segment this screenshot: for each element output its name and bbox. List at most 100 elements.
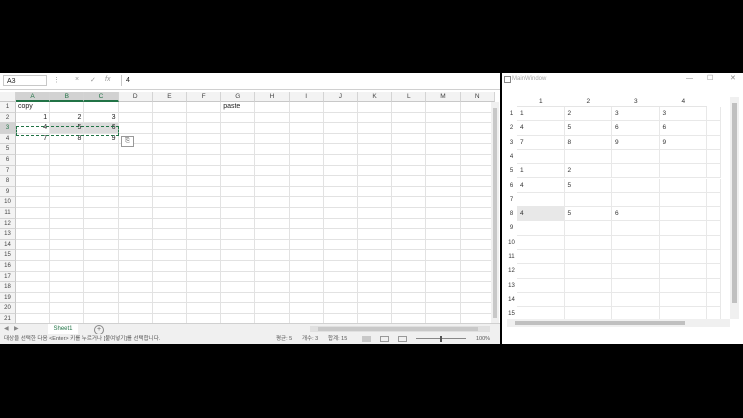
- cell-D7[interactable]: [118, 165, 153, 177]
- table-row-header-7[interactable]: 7: [507, 193, 516, 207]
- table-cell[interactable]: [564, 221, 612, 236]
- cell-G17[interactable]: [221, 271, 256, 283]
- cell-J12[interactable]: [323, 218, 358, 230]
- cell-H19[interactable]: [255, 292, 290, 304]
- cell-M7[interactable]: [426, 165, 461, 177]
- cell-H7[interactable]: [255, 165, 290, 177]
- column-header-M[interactable]: M: [426, 92, 461, 102]
- cell-K8[interactable]: [358, 176, 393, 187]
- cell-M13[interactable]: [426, 229, 461, 240]
- cell-M10[interactable]: [426, 197, 461, 208]
- cell-F17[interactable]: [187, 271, 222, 283]
- table-cell[interactable]: [612, 250, 660, 265]
- cell-J4[interactable]: [323, 133, 358, 145]
- cell-B2[interactable]: 2: [50, 112, 85, 124]
- cell-D8[interactable]: [118, 176, 153, 187]
- cell-H12[interactable]: [255, 218, 290, 230]
- cell-D19[interactable]: [118, 292, 153, 304]
- cell-K4[interactable]: [358, 133, 393, 145]
- cell-K13[interactable]: [358, 229, 393, 240]
- cell-C14[interactable]: [84, 239, 119, 251]
- cell-F16[interactable]: [187, 261, 222, 272]
- cell-F10[interactable]: [187, 197, 222, 208]
- table-cell[interactable]: 7: [517, 135, 565, 150]
- cell-F9[interactable]: [187, 186, 222, 198]
- row-header-19[interactable]: 19: [0, 292, 16, 304]
- table-cell[interactable]: [707, 235, 721, 250]
- cell-A4[interactable]: 7: [16, 133, 51, 145]
- cell-M8[interactable]: [426, 176, 461, 187]
- cell-H5[interactable]: [255, 144, 290, 155]
- cell-I15[interactable]: [289, 250, 324, 261]
- cell-D9[interactable]: [118, 186, 153, 198]
- table-cell[interactable]: [707, 135, 721, 150]
- table-cell[interactable]: [612, 178, 660, 193]
- cell-G1[interactable]: paste: [221, 102, 256, 113]
- row-header-16[interactable]: 16: [0, 261, 16, 272]
- table-cell[interactable]: [659, 235, 707, 250]
- cell-F3[interactable]: [187, 123, 222, 134]
- cell-D3[interactable]: [118, 123, 153, 134]
- cell-L5[interactable]: [392, 144, 427, 155]
- cell-E5[interactable]: [152, 144, 187, 155]
- horizontal-scrollbar[interactable]: [310, 326, 490, 332]
- cell-I6[interactable]: [289, 155, 324, 166]
- cell-D12[interactable]: [118, 218, 153, 230]
- table-cell[interactable]: [564, 149, 612, 165]
- cell-K16[interactable]: [358, 261, 393, 272]
- table-cell[interactable]: [707, 121, 721, 136]
- cell-N8[interactable]: [460, 176, 495, 187]
- table-column-header-4[interactable]: 4: [659, 97, 707, 107]
- column-header-K[interactable]: K: [358, 92, 393, 102]
- cell-E1[interactable]: [152, 102, 187, 113]
- cell-B11[interactable]: [50, 208, 85, 219]
- cell-K15[interactable]: [358, 250, 393, 261]
- cell-E9[interactable]: [152, 186, 187, 198]
- cell-I20[interactable]: [289, 303, 324, 314]
- cell-H17[interactable]: [255, 271, 290, 283]
- table-cell[interactable]: [564, 235, 612, 250]
- cell-A12[interactable]: [16, 218, 51, 230]
- cell-F12[interactable]: [187, 218, 222, 230]
- cell-E19[interactable]: [152, 292, 187, 304]
- cell-F20[interactable]: [187, 303, 222, 314]
- table-cell[interactable]: [659, 264, 707, 279]
- close-button[interactable]: ✕: [730, 73, 736, 85]
- cell-I12[interactable]: [289, 218, 324, 230]
- column-header-F[interactable]: F: [187, 92, 222, 102]
- cell-M15[interactable]: [426, 250, 461, 261]
- cell-B10[interactable]: [50, 197, 85, 208]
- table-row-header-5[interactable]: 5: [507, 164, 516, 178]
- table-cell[interactable]: [707, 149, 721, 165]
- table-cell[interactable]: [659, 207, 707, 222]
- cell-N4[interactable]: [460, 133, 495, 145]
- cell-F1[interactable]: [187, 102, 222, 113]
- cell-H16[interactable]: [255, 261, 290, 272]
- cell-N1[interactable]: [460, 102, 495, 113]
- next-sheet-icon[interactable]: ▶: [14, 325, 19, 332]
- cell-H13[interactable]: [255, 229, 290, 240]
- column-header-I[interactable]: I: [289, 92, 324, 102]
- cell-K3[interactable]: [358, 123, 393, 134]
- cell-C3[interactable]: 6: [84, 123, 119, 134]
- cell-B13[interactable]: [50, 229, 85, 240]
- cell-K6[interactable]: [358, 155, 393, 166]
- cell-F8[interactable]: [187, 176, 222, 187]
- cell-J8[interactable]: [323, 176, 358, 187]
- cell-N9[interactable]: [460, 186, 495, 198]
- cell-E4[interactable]: [152, 133, 187, 145]
- cell-L15[interactable]: [392, 250, 427, 261]
- cell-I8[interactable]: [289, 176, 324, 187]
- table-cell[interactable]: [517, 149, 565, 165]
- cell-G11[interactable]: [221, 208, 256, 219]
- cell-A19[interactable]: [16, 292, 51, 304]
- table-column-header-1[interactable]: 1: [517, 97, 565, 107]
- cell-K19[interactable]: [358, 292, 393, 304]
- table-cell[interactable]: [564, 278, 612, 293]
- cell-B5[interactable]: [50, 144, 85, 155]
- table-cell[interactable]: [612, 149, 660, 165]
- cell-J6[interactable]: [323, 155, 358, 166]
- minimize-button[interactable]: —: [686, 73, 693, 85]
- cell-A10[interactable]: [16, 197, 51, 208]
- cell-B8[interactable]: [50, 176, 85, 187]
